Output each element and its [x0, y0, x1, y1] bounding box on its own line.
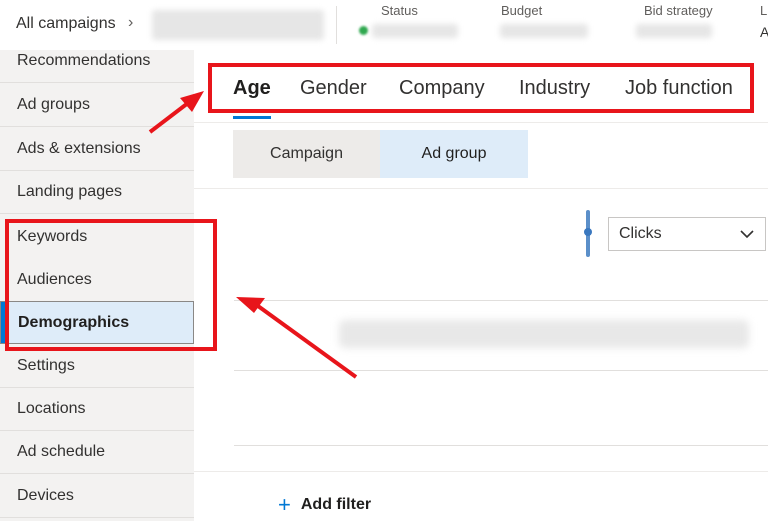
- sidebar-item-label: Devices: [17, 487, 74, 504]
- sidebar-highlight-box: [5, 219, 217, 351]
- plus-icon: +: [278, 492, 291, 517]
- row-divider: [234, 445, 768, 446]
- metric-dropdown-value: Clicks: [619, 225, 662, 242]
- segment-ad-group-button[interactable]: Ad group: [380, 130, 528, 178]
- metric-dropdown[interactable]: Clicks: [608, 217, 766, 251]
- breadcrumb-all-campaigns[interactable]: All campaigns: [16, 15, 116, 33]
- sidebar-item-label: Locations: [17, 400, 86, 417]
- redacted-data-row: [339, 320, 749, 348]
- truncated-label: L: [760, 3, 768, 18]
- sidebar-item-label: Ad groups: [17, 96, 90, 113]
- status-value-redacted: [372, 24, 458, 38]
- sidebar-item-landing-pages[interactable]: Landing pages: [0, 171, 194, 214]
- sidebar-item-label: Settings: [17, 357, 75, 374]
- breadcrumb-chevron-icon: ›: [128, 14, 134, 31]
- bid-strategy-value-redacted: [636, 24, 712, 38]
- segment-campaign-button[interactable]: Campaign: [233, 130, 380, 178]
- sidebar-item-label: Recommendations: [17, 52, 151, 69]
- budget-label: Budget: [501, 3, 543, 18]
- row-divider: [234, 370, 768, 371]
- header-divider: [336, 6, 337, 44]
- tabs-highlight-box: [208, 63, 754, 113]
- sidebar-item-label: Landing pages: [17, 183, 122, 200]
- sidebar-item-label: Ads & extensions: [17, 140, 141, 157]
- sidebar-item-settings[interactable]: Settings: [0, 345, 194, 388]
- sidebar-item-recommendations[interactable]: Recommendations: [0, 40, 194, 83]
- splitter-dot-icon: [584, 228, 592, 236]
- status-dot-icon: [359, 26, 368, 35]
- active-tab-underline: [233, 116, 271, 119]
- sidebar-item-ad-groups[interactable]: Ad groups: [0, 84, 194, 127]
- sidebar-item-devices[interactable]: Devices: [0, 475, 194, 518]
- sidebar-item-ads-extensions[interactable]: Ads & extensions: [0, 128, 194, 171]
- bid-strategy-label: Bid strategy: [644, 3, 713, 18]
- status-label: Status: [381, 3, 418, 18]
- campaign-name-redacted[interactable]: [152, 10, 324, 40]
- panel-divider: [194, 188, 768, 189]
- sidebar-item-locations[interactable]: Locations: [0, 388, 194, 431]
- truncated-value: A: [760, 24, 768, 40]
- sidebar-item-label: Ad schedule: [17, 443, 106, 460]
- add-filter-button[interactable]: + Add filter: [278, 492, 372, 517]
- chevron-down-icon: [740, 230, 754, 239]
- tabs-divider: [194, 122, 768, 123]
- main-panel: Age Gender Company Industry Job function…: [194, 50, 768, 521]
- add-filter-label: Add filter: [300, 496, 372, 513]
- row-divider: [234, 300, 768, 301]
- sidebar-item-ad-schedule[interactable]: Ad schedule: [0, 431, 194, 474]
- budget-value-redacted: [500, 24, 588, 38]
